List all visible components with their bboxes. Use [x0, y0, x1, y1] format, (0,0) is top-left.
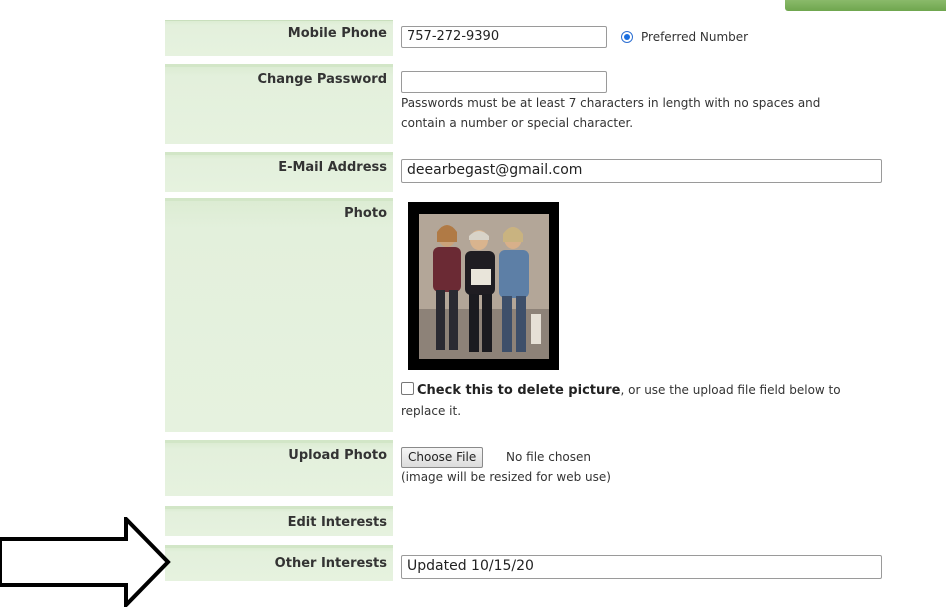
email-row: E-Mail Address deearbegast@gmail.com: [165, 152, 946, 192]
profile-photo: [408, 202, 559, 370]
change-password-field-cell: Passwords must be at least 7 characters …: [401, 64, 946, 144]
email-label: E-Mail Address: [165, 152, 393, 192]
other-interests-row: Other Interests Updated 10/15/20: [165, 545, 946, 581]
edit-interests-row: Edit Interests: [165, 506, 946, 536]
change-password-row: Change Password Passwords must be at lea…: [165, 64, 946, 144]
delete-picture-line-2: replace it.: [401, 404, 462, 418]
delete-picture-rest-text: , or use the upload file field below to: [620, 383, 841, 397]
photo-people-illustration: [419, 214, 549, 359]
other-interests-label: Other Interests: [165, 545, 393, 581]
other-interests-field-cell: Updated 10/15/20: [401, 545, 946, 581]
upload-photo-label: Upload Photo: [165, 440, 393, 496]
upload-photo-row: Upload Photo Choose File No file chosen …: [165, 440, 946, 496]
pointer-arrow-icon: [0, 517, 171, 607]
header-accent-bar: [785, 0, 946, 11]
mobile-phone-field-cell: 757-272-9390 Preferred Number: [401, 20, 946, 56]
delete-picture-line-1: Check this to delete picture, or use the…: [401, 381, 841, 400]
photo-label: Photo: [165, 198, 393, 432]
email-field-cell: deearbegast@gmail.com: [401, 152, 946, 192]
password-hint-line-2: contain a number or special character.: [401, 116, 634, 130]
preferred-number-label: Preferred Number: [641, 30, 749, 44]
preferred-number-radio[interactable]: [621, 31, 633, 43]
upload-photo-field-cell: Choose File No file chosen (image will b…: [401, 440, 946, 496]
mobile-phone-label: Mobile Phone: [165, 20, 393, 56]
photo-row: Photo Check this to delete picture, or u…: [165, 198, 946, 432]
email-input[interactable]: deearbegast@gmail.com: [401, 159, 882, 183]
password-hint-line-1: Passwords must be at least 7 characters …: [401, 96, 821, 110]
mobile-phone-row: Mobile Phone 757-272-9390 Preferred Numb…: [165, 20, 946, 56]
change-password-label: Change Password: [165, 64, 393, 144]
change-password-input[interactable]: [401, 71, 607, 93]
other-interests-input[interactable]: Updated 10/15/20: [401, 555, 882, 579]
choose-file-button[interactable]: Choose File: [401, 447, 484, 468]
delete-picture-checkbox[interactable]: [401, 382, 414, 395]
profile-photo-image: [419, 214, 549, 359]
photo-field-cell: Check this to delete picture, or use the…: [401, 198, 946, 432]
edit-interests-label: Edit Interests: [165, 506, 393, 536]
mobile-phone-input[interactable]: 757-272-9390: [401, 26, 607, 48]
delete-picture-bold-text: Check this to delete picture: [417, 383, 621, 398]
resize-note-text: (image will be resized for web use): [401, 470, 611, 484]
file-status-text: No file chosen: [506, 450, 592, 464]
